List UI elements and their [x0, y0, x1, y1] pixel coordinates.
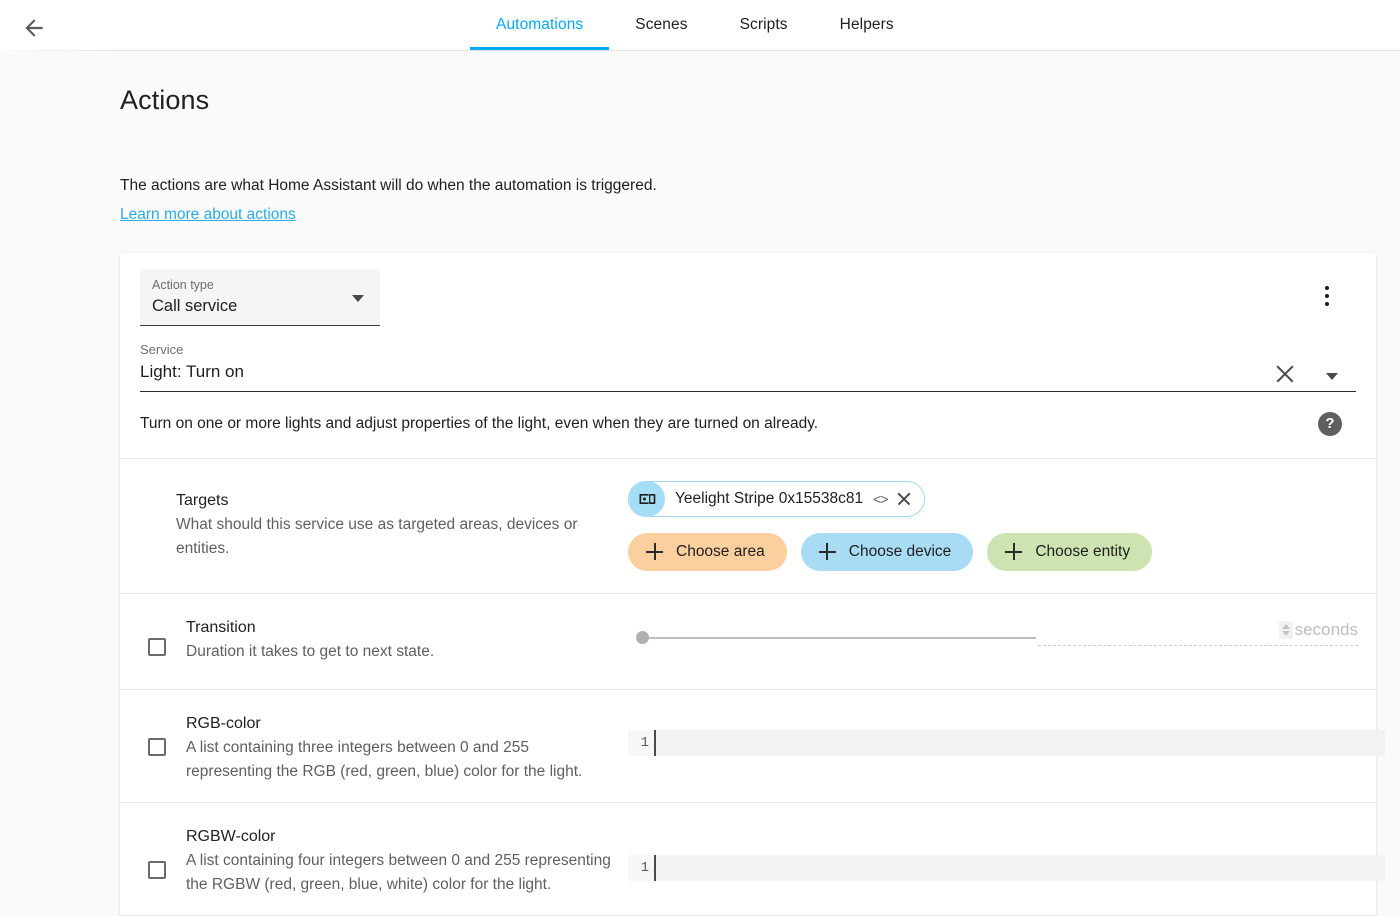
- targets-description-block: Targets What should this service use as …: [120, 481, 628, 561]
- service-combobox[interactable]: Service Light: Turn on: [140, 342, 1356, 392]
- transition-description: Duration it takes to get to next state.: [186, 642, 435, 660]
- code-line-number: 1: [628, 729, 654, 756]
- target-device-label: Yeelight Stripe 0x15538c81: [675, 489, 864, 507]
- rgbw-color-description: A list containing four integers between …: [186, 851, 611, 893]
- spinner-up-icon[interactable]: [1281, 623, 1290, 629]
- slider-track[interactable]: [649, 636, 1036, 639]
- transition-title: Transition: [186, 618, 256, 636]
- rgbw-color-row: RGBW-color A list containing four intege…: [120, 801, 1385, 915]
- service-description-row: Turn on one or more lights and adjust pr…: [120, 392, 1376, 458]
- code-input-line[interactable]: [655, 854, 1385, 881]
- chevron-down-icon[interactable]: [1326, 372, 1338, 380]
- top-toolbar: Automations Scenes Scripts Helpers: [0, 0, 1400, 50]
- choose-entity-button[interactable]: Choose entity: [987, 532, 1153, 571]
- code-input-line[interactable]: [655, 729, 1385, 756]
- intro-block: The actions are what Home Assistant will…: [0, 116, 1400, 226]
- transition-row: Transition Duration it takes to get to n…: [120, 592, 1376, 689]
- action-type-label: Action type: [152, 277, 214, 292]
- more-vertical-icon-dot: [1325, 293, 1329, 298]
- rgb-color-title: RGB-color: [186, 714, 261, 732]
- learn-more-link[interactable]: Learn more about actions: [120, 205, 296, 226]
- rgb-color-row: RGB-color A list containing three intege…: [120, 688, 1385, 802]
- spinner-arrows-icon[interactable]: [1278, 620, 1293, 639]
- tab-label: Automations: [496, 16, 584, 33]
- transition-slider[interactable]: [636, 628, 1036, 648]
- action-type-value: Call service: [152, 296, 238, 315]
- targets-description: What should this service use as targeted…: [176, 515, 578, 557]
- overflow-menu-button[interactable]: [1314, 281, 1340, 311]
- close-icon[interactable]: [896, 491, 912, 507]
- target-device-chip[interactable]: Yeelight Stripe 0x15538c81 <>: [628, 480, 925, 517]
- rgbw-color-controls: 1: [628, 821, 1385, 881]
- choose-entity-label: Choose entity: [1035, 542, 1131, 560]
- transition-controls: seconds: [628, 612, 1376, 668]
- rgb-color-description-block: RGB-color A list containing three intege…: [120, 708, 628, 784]
- targets-controls: Yeelight Stripe 0x15538c81 <> Choose are…: [628, 480, 1376, 571]
- seconds-suffix: seconds: [1294, 619, 1358, 639]
- spinner-down-icon[interactable]: [1281, 630, 1290, 636]
- code-line-number: 1: [628, 854, 654, 881]
- tab-label: Scenes: [635, 16, 688, 33]
- page-title: Actions: [120, 85, 210, 115]
- action-card-header: Action type Call service: [120, 253, 1376, 326]
- targets-title: Targets: [176, 491, 229, 509]
- back-button[interactable]: [14, 8, 54, 48]
- arrow-left-icon: [25, 19, 43, 37]
- rgbw-color-code-editor[interactable]: 1: [628, 854, 1385, 881]
- plus-icon: [818, 543, 836, 561]
- slider-thumb[interactable]: [636, 631, 649, 645]
- tab-automations[interactable]: Automations: [470, 0, 610, 50]
- help-circle-icon[interactable]: ?: [1318, 411, 1342, 436]
- close-icon[interactable]: [1274, 363, 1296, 385]
- tab-label: Scripts: [739, 16, 788, 33]
- transition-seconds-input[interactable]: seconds: [1038, 620, 1358, 646]
- transition-checkbox[interactable]: [148, 637, 166, 656]
- page-body: Actions The actions are what Home Assist…: [0, 51, 1400, 916]
- rgbw-color-checkbox[interactable]: [148, 860, 166, 879]
- plus-icon: [1005, 543, 1023, 561]
- rgb-color-code-editor[interactable]: 1: [628, 729, 1385, 756]
- chevron-down-icon: [352, 294, 364, 302]
- tab-scripts[interactable]: Scripts: [714, 0, 814, 50]
- choose-area-button[interactable]: Choose area: [628, 532, 787, 571]
- intro-text: The actions are what Home Assistant will…: [120, 177, 657, 194]
- service-description-text: Turn on one or more lights and adjust pr…: [140, 414, 819, 432]
- tab-helpers[interactable]: Helpers: [814, 0, 920, 50]
- rgb-color-checkbox[interactable]: [148, 737, 166, 756]
- choose-device-label: Choose device: [848, 542, 952, 560]
- more-vertical-icon-dot: [1325, 301, 1329, 306]
- tab-label: Helpers: [839, 16, 894, 33]
- rgbw-color-description-block: RGBW-color A list containing four intege…: [120, 821, 628, 897]
- targets-row: Targets What should this service use as …: [120, 457, 1376, 593]
- service-value: Light: Turn on: [140, 361, 244, 381]
- action-type-select[interactable]: Action type Call service: [140, 268, 380, 326]
- rgbw-color-title: RGBW-color: [186, 827, 276, 845]
- plus-icon: [646, 543, 663, 561]
- rgb-color-controls: 1: [628, 708, 1385, 764]
- choose-device-button[interactable]: Choose device: [800, 532, 974, 571]
- transition-description-block: Transition Duration it takes to get to n…: [120, 612, 628, 664]
- tab-bar: Automations Scenes Scripts Helpers: [470, 0, 920, 50]
- code-brackets-icon[interactable]: <>: [873, 491, 888, 507]
- more-vertical-icon-dot: [1325, 285, 1329, 290]
- devices-icon: [629, 480, 665, 517]
- rgb-color-description: A list containing three integers between…: [186, 738, 583, 780]
- tab-scenes[interactable]: Scenes: [609, 0, 713, 50]
- action-card: Action type Call service Service Light: …: [120, 252, 1385, 916]
- target-picker-buttons: Choose area Choose device Choose entity: [628, 532, 1376, 571]
- choose-area-label: Choose area: [676, 542, 765, 560]
- service-label: Service: [140, 341, 184, 357]
